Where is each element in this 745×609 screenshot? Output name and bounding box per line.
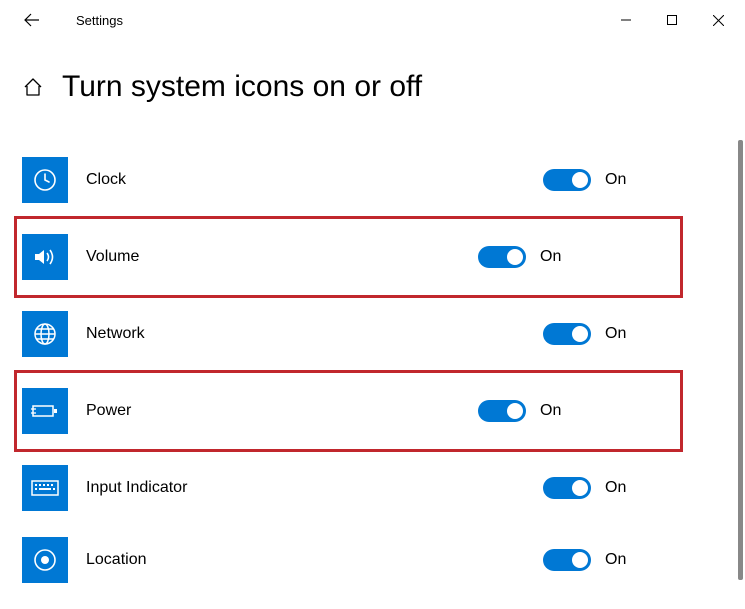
item-label: Input Indicator — [86, 479, 187, 497]
keyboard-icon — [22, 465, 68, 511]
toggle-group: On — [543, 549, 635, 571]
window-controls — [603, 4, 741, 36]
toggle-group: On — [478, 246, 570, 268]
toggle-knob — [507, 403, 523, 419]
row-clock: Clock On — [22, 148, 745, 212]
toggle-keyboard[interactable] — [543, 477, 591, 499]
item-label: Network — [86, 325, 145, 343]
app-title: Settings — [76, 13, 123, 28]
item-label: Clock — [86, 171, 126, 189]
back-button[interactable] — [18, 6, 46, 34]
system-icons-list: ClockOnVolumeOnNetworkOnPowerOnInput Ind… — [0, 104, 745, 596]
item-label: Power — [86, 402, 131, 420]
volume-icon — [22, 234, 68, 280]
network-icon — [22, 311, 68, 357]
minimize-icon — [621, 15, 631, 25]
row-power: Power On — [22, 379, 680, 443]
toggle-knob — [572, 172, 588, 188]
toggle-clock[interactable] — [543, 169, 591, 191]
list-item: Power On — [14, 370, 683, 452]
toggle-knob — [572, 480, 588, 496]
toggle-group: On — [543, 477, 635, 499]
list-item: Network On — [22, 298, 745, 370]
toggle-state-label: On — [605, 325, 635, 343]
list-item: Input Indicator On — [22, 452, 745, 524]
list-item: Volume On — [14, 216, 683, 298]
row-keyboard: Input Indicator On — [22, 456, 745, 520]
list-item: Location On — [22, 524, 745, 596]
maximize-icon — [667, 15, 677, 25]
maximize-button[interactable] — [649, 4, 695, 36]
toggle-state-label: On — [540, 402, 570, 420]
page-header: Turn system icons on or off — [0, 40, 745, 104]
home-button[interactable] — [22, 76, 44, 98]
item-label: Volume — [86, 248, 139, 266]
toggle-group: On — [543, 169, 635, 191]
toggle-network[interactable] — [543, 323, 591, 345]
close-button[interactable] — [695, 4, 741, 36]
toggle-knob — [507, 249, 523, 265]
power-icon — [22, 388, 68, 434]
row-network: Network On — [22, 302, 745, 366]
arrow-left-icon — [24, 12, 40, 28]
row-volume: Volume On — [22, 225, 680, 289]
minimize-button[interactable] — [603, 4, 649, 36]
toggle-state-label: On — [605, 551, 635, 569]
list-item: Clock On — [22, 144, 745, 216]
toggle-volume[interactable] — [478, 246, 526, 268]
toggle-group: On — [543, 323, 635, 345]
toggle-knob — [572, 326, 588, 342]
row-location: Location On — [22, 528, 745, 592]
page-title: Turn system icons on or off — [62, 70, 422, 104]
home-icon — [22, 76, 44, 98]
toggle-power[interactable] — [478, 400, 526, 422]
toggle-location[interactable] — [543, 549, 591, 571]
location-icon — [22, 537, 68, 583]
toggle-knob — [572, 552, 588, 568]
item-label: Location — [86, 551, 147, 569]
titlebar: Settings — [0, 0, 745, 40]
toggle-state-label: On — [605, 171, 635, 189]
toggle-state-label: On — [605, 479, 635, 497]
scrollbar[interactable] — [738, 140, 743, 580]
toggle-group: On — [478, 400, 570, 422]
toggle-state-label: On — [540, 248, 570, 266]
clock-icon — [22, 157, 68, 203]
close-icon — [713, 15, 724, 26]
